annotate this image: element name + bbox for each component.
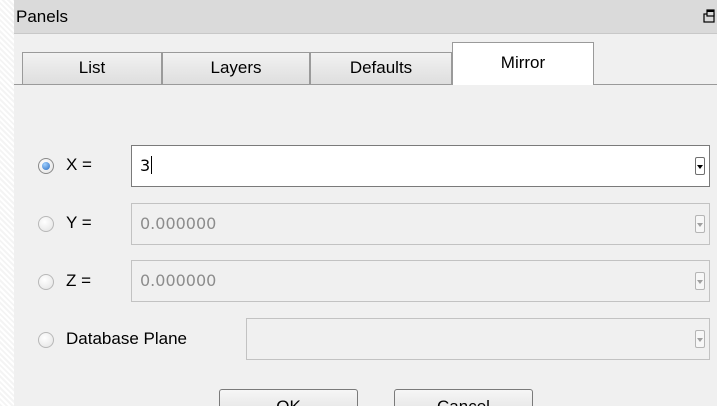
window-title: Panels <box>16 7 68 26</box>
radio-y[interactable] <box>38 216 54 232</box>
radio-x[interactable] <box>38 158 54 174</box>
cancel-button[interactable]: Cancel <box>394 389 533 406</box>
mirror-tab-content: X = 3 Y = 0.000000 Z = 0.000000 Database… <box>14 84 717 406</box>
ok-button[interactable]: OK <box>219 389 358 406</box>
x-value-text: 3 <box>140 156 151 175</box>
z-spin-dropdown-button[interactable] <box>695 272 705 290</box>
z-value-field[interactable]: 0.000000 <box>131 260 710 302</box>
label-x: X = <box>66 155 92 174</box>
tab-mirror[interactable]: Mirror <box>452 42 594 85</box>
radio-z[interactable] <box>38 274 54 290</box>
database-plane-select[interactable] <box>246 318 710 360</box>
y-spin-dropdown-button[interactable] <box>695 215 705 233</box>
z-value-text: 0.000000 <box>140 271 217 290</box>
x-value-field[interactable]: 3 <box>131 145 710 187</box>
text-cursor <box>151 156 153 174</box>
tab-defaults[interactable]: Defaults <box>310 52 452 84</box>
title-bar: Panels <box>14 0 717 34</box>
label-database-plane: Database Plane <box>66 329 187 348</box>
database-plane-dropdown-button[interactable] <box>695 330 705 348</box>
x-spin-dropdown-button[interactable] <box>695 157 705 175</box>
float-window-icon[interactable] <box>703 9 715 23</box>
panel-body: List Layers Defaults Mirror X = 3 Y = 0.… <box>14 34 717 406</box>
radio-database-plane[interactable] <box>38 332 54 348</box>
tab-layers[interactable]: Layers <box>162 52 310 84</box>
tab-list[interactable]: List <box>22 52 162 84</box>
y-value-text: 0.000000 <box>140 214 217 233</box>
label-z: Z = <box>66 271 92 290</box>
panels-window: Panels List Layers Defaults Mirror X = 3… <box>0 0 717 406</box>
y-value-field[interactable]: 0.000000 <box>131 203 710 245</box>
label-y: Y = <box>66 213 92 232</box>
dock-edge <box>0 0 14 406</box>
